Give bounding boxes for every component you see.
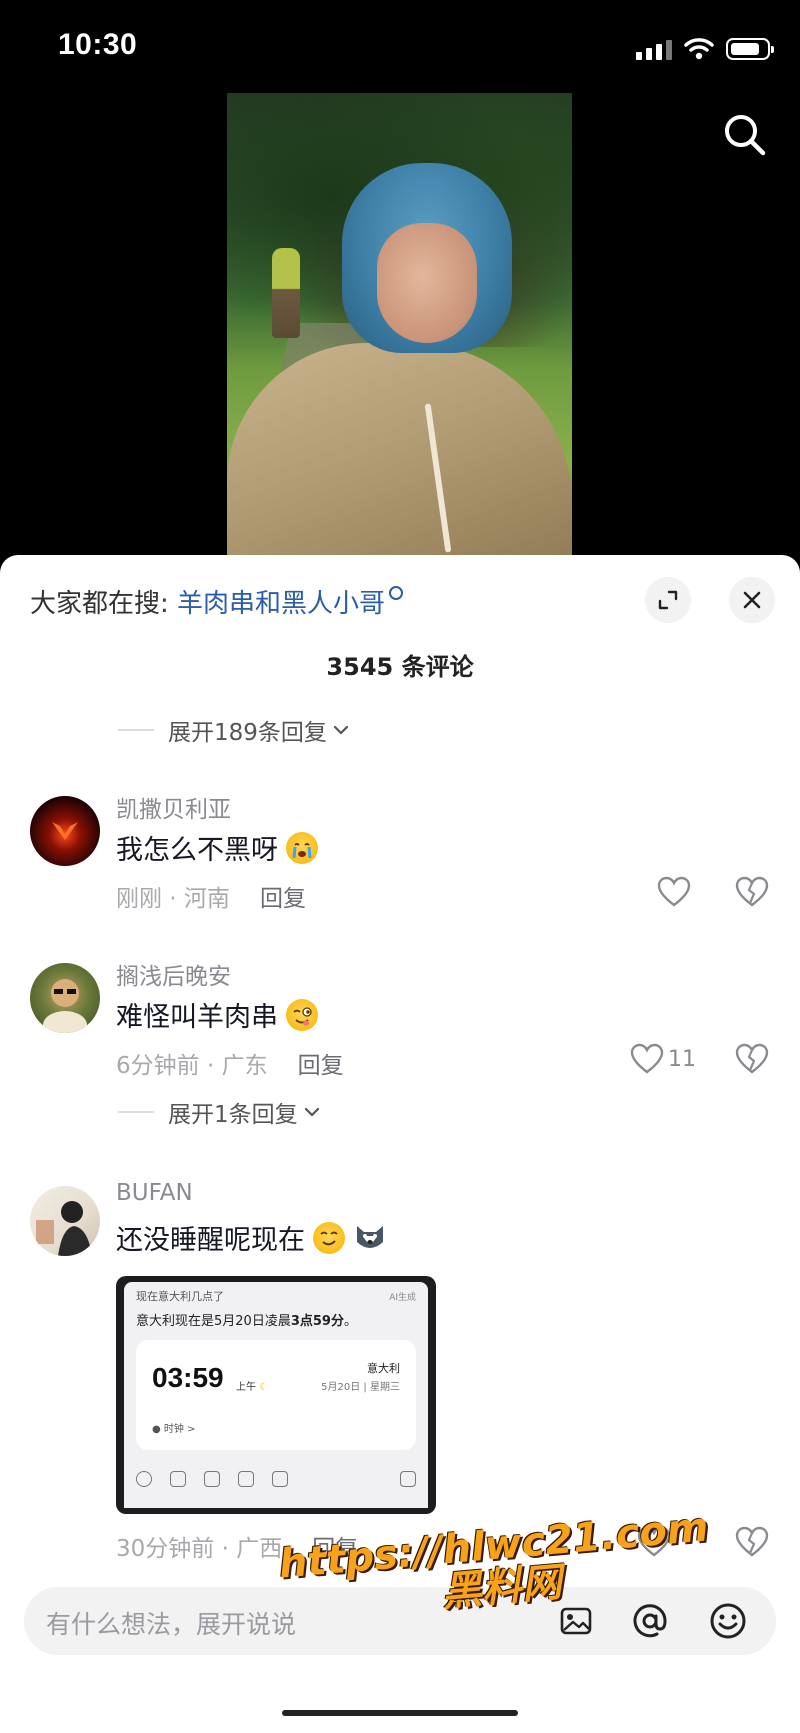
smirk-emoji-icon — [313, 1221, 345, 1254]
close-button[interactable] — [729, 577, 775, 623]
comment-input-placeholder[interactable]: 有什么想法，展开说说 — [46, 1605, 296, 1641]
emoji-icon — [710, 1603, 746, 1639]
like-button[interactable] — [657, 876, 691, 908]
comment-time-location: 刚刚 · 河南 — [116, 886, 230, 912]
heart-icon — [630, 1043, 664, 1074]
expand-button[interactable] — [645, 577, 691, 623]
trending-search[interactable]: 大家都在搜: 羊肉串和黑人小哥 — [30, 583, 404, 620]
comment-text-content: 还没睡醒呢现在 — [116, 1225, 305, 1256]
comment-meta: 刚刚 · 河南 回复 — [116, 879, 306, 913]
comment-image[interactable]: 现在意大利几点了 AI生成 意大利现在是5月20日凌晨3点59分。 03:59 … — [116, 1276, 436, 1514]
battery-icon — [726, 38, 774, 60]
home-indicator[interactable] — [282, 1710, 518, 1716]
mention-button[interactable] — [628, 1599, 672, 1643]
comment-time-location: 30分钟前 · 广西 — [116, 1536, 283, 1562]
video-frame[interactable] — [227, 93, 572, 555]
screenshot-date: 5月20日 | 星期三 — [321, 1382, 400, 1393]
image-icon — [560, 1607, 592, 1635]
comment-username[interactable]: 凯撒贝利亚 — [116, 790, 231, 824]
comment-username[interactable]: BUFAN — [116, 1180, 193, 1206]
image-button[interactable] — [554, 1599, 598, 1643]
close-icon — [743, 591, 761, 609]
screenshot-city: 意大利 — [367, 1362, 400, 1375]
expand-replies-button[interactable]: 展开1条回复 — [118, 1095, 320, 1129]
screenshot-clock-link: ● 时钟 > — [152, 1424, 196, 1435]
expand-replies-label: 展开1条回复 — [168, 1102, 298, 1128]
comment-username[interactable]: 搁浅后晚安 — [116, 957, 231, 991]
background-person — [272, 248, 300, 338]
comment-text: 我怎么不黑呀 — [116, 828, 318, 867]
screenshot-clock-card: 03:59 上午 ☾ 意大利 5月20日 | 星期三 ● 时钟 > — [136, 1340, 416, 1450]
broken-heart-icon — [735, 1043, 769, 1074]
screenshot-answer: 意大利现在是5月20日凌晨3点59分。 — [136, 1314, 357, 1329]
screenshot-question: 现在意大利几点了 — [136, 1290, 224, 1303]
trending-search-icon — [389, 586, 404, 600]
reply-button[interactable]: 回复 — [260, 886, 306, 912]
avatar[interactable] — [30, 1186, 100, 1256]
trending-prefix: 大家都在搜: — [30, 589, 169, 619]
yummy-emoji-icon — [286, 998, 318, 1031]
status-icons — [636, 34, 774, 64]
screenshot-time: 03:59 — [152, 1362, 224, 1393]
like-button[interactable]: 11 — [630, 1043, 696, 1075]
chevron-down-icon — [304, 1107, 319, 1117]
dislike-button[interactable] — [735, 876, 769, 912]
comment-text: 难怪叫羊肉串 — [116, 995, 318, 1034]
comment-meta: 6分钟前 · 广东 回复 — [116, 1046, 344, 1080]
search-icon[interactable] — [720, 110, 770, 160]
wifi-icon — [684, 38, 714, 60]
expand-replies-label: 展开189条回复 — [168, 720, 327, 746]
dislike-button[interactable] — [735, 1526, 769, 1562]
moon-icon: ☾ — [259, 1382, 269, 1393]
emoji-button[interactable] — [706, 1599, 750, 1643]
avatar[interactable] — [30, 963, 100, 1033]
expand-icon — [658, 590, 678, 610]
avatar[interactable] — [30, 796, 100, 866]
chevron-down-icon — [333, 725, 349, 735]
broken-heart-icon — [735, 1526, 769, 1557]
signal-icon — [636, 38, 672, 60]
expand-replies-button[interactable]: 展开189条回复 — [118, 713, 349, 747]
crying-emoji-icon — [286, 831, 318, 864]
comment-time-location: 6分钟前 · 广东 — [116, 1053, 268, 1079]
heart-icon — [657, 876, 691, 907]
comment-count: 3545 条评论 — [326, 653, 474, 681]
husky-emoji-icon — [353, 1221, 385, 1254]
status-time: 10:30 — [58, 28, 138, 61]
comment-text: 还没睡醒呢现在 — [116, 1218, 385, 1257]
comment-text-content: 我怎么不黑呀 — [116, 835, 278, 866]
screenshot-ampm: 上午 ☾ — [236, 1382, 269, 1393]
comment-text-content: 难怪叫羊肉串 — [116, 1002, 278, 1033]
status-bar: 10:30 — [0, 0, 800, 96]
broken-heart-icon — [735, 876, 769, 907]
trending-term[interactable]: 羊肉串和黑人小哥 — [177, 589, 385, 619]
reply-button[interactable]: 回复 — [298, 1053, 344, 1079]
at-icon — [633, 1604, 667, 1638]
dislike-button[interactable] — [735, 1043, 769, 1079]
screenshot-ai-tag: AI生成 — [389, 1293, 416, 1303]
screenshot-toolbar — [136, 1464, 416, 1494]
like-count: 11 — [668, 1046, 696, 1072]
